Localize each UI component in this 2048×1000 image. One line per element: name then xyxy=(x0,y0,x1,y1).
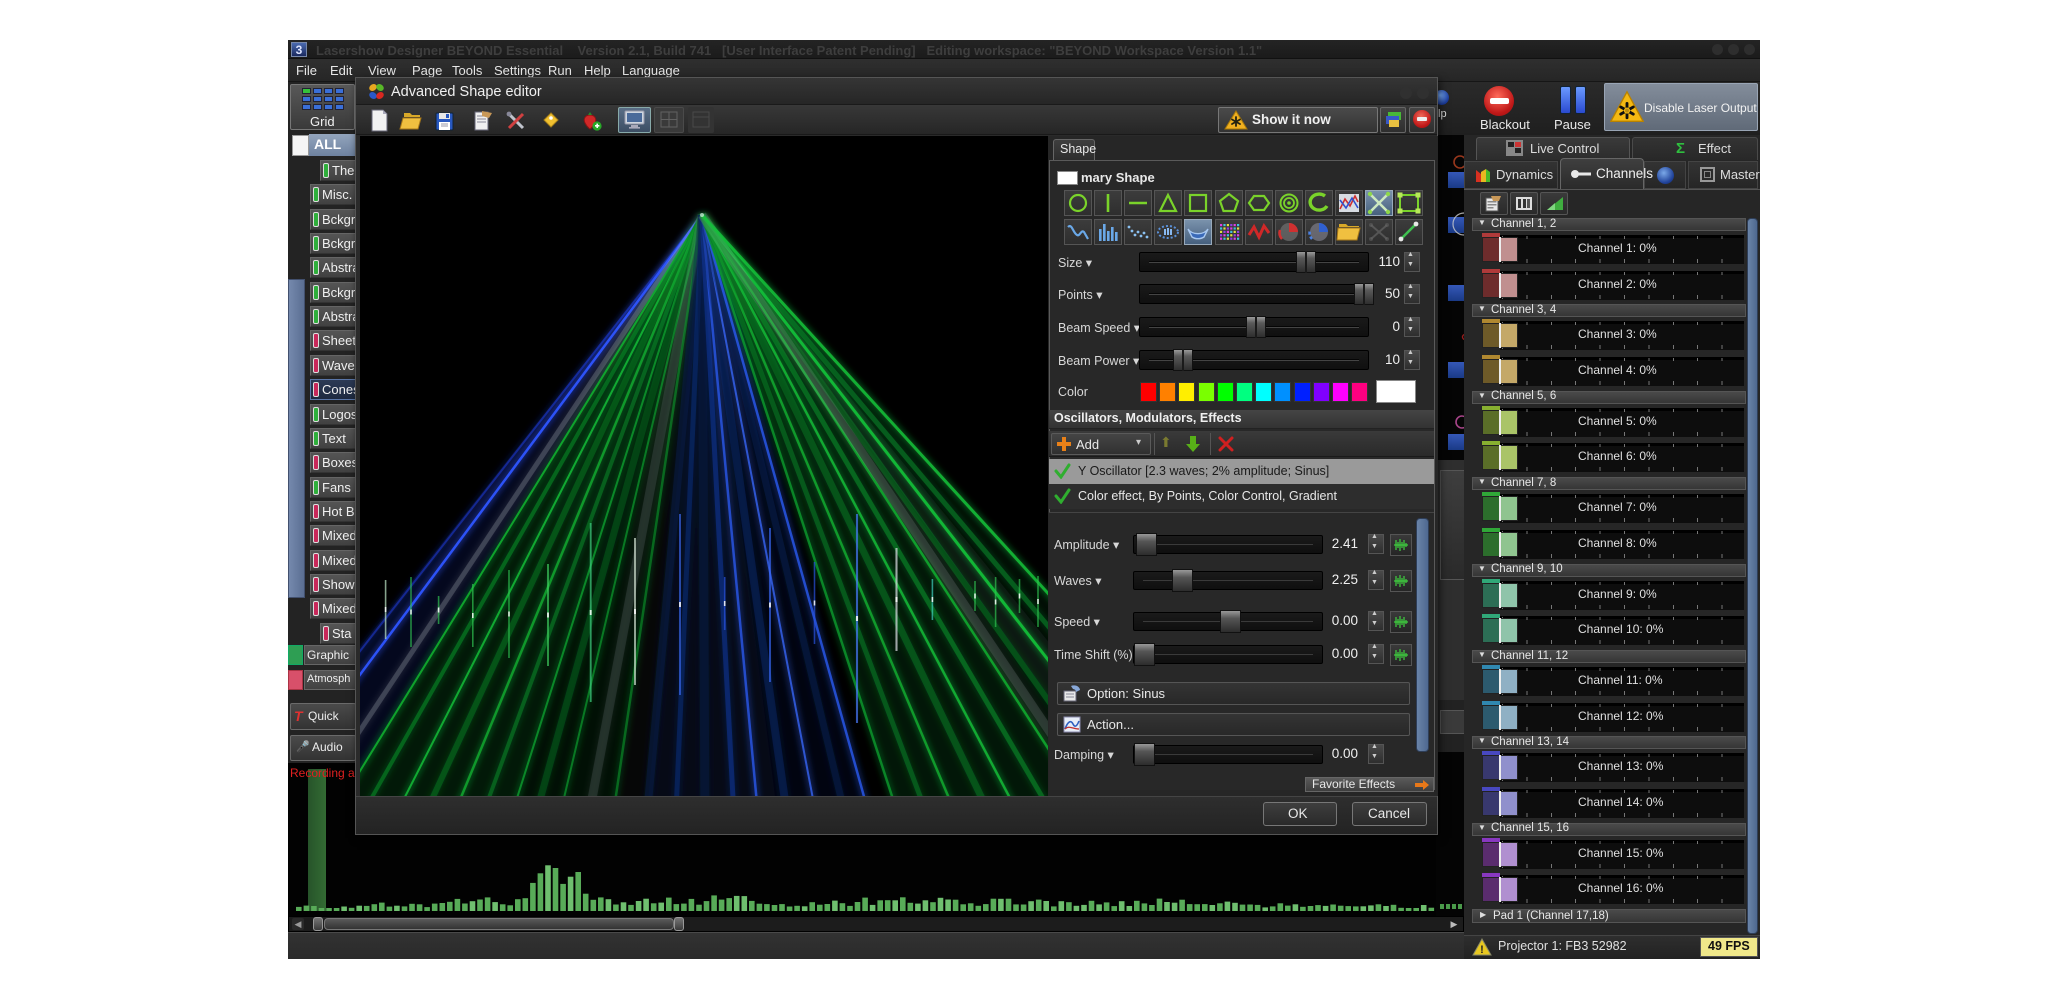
svg-text:!: ! xyxy=(1480,944,1484,956)
